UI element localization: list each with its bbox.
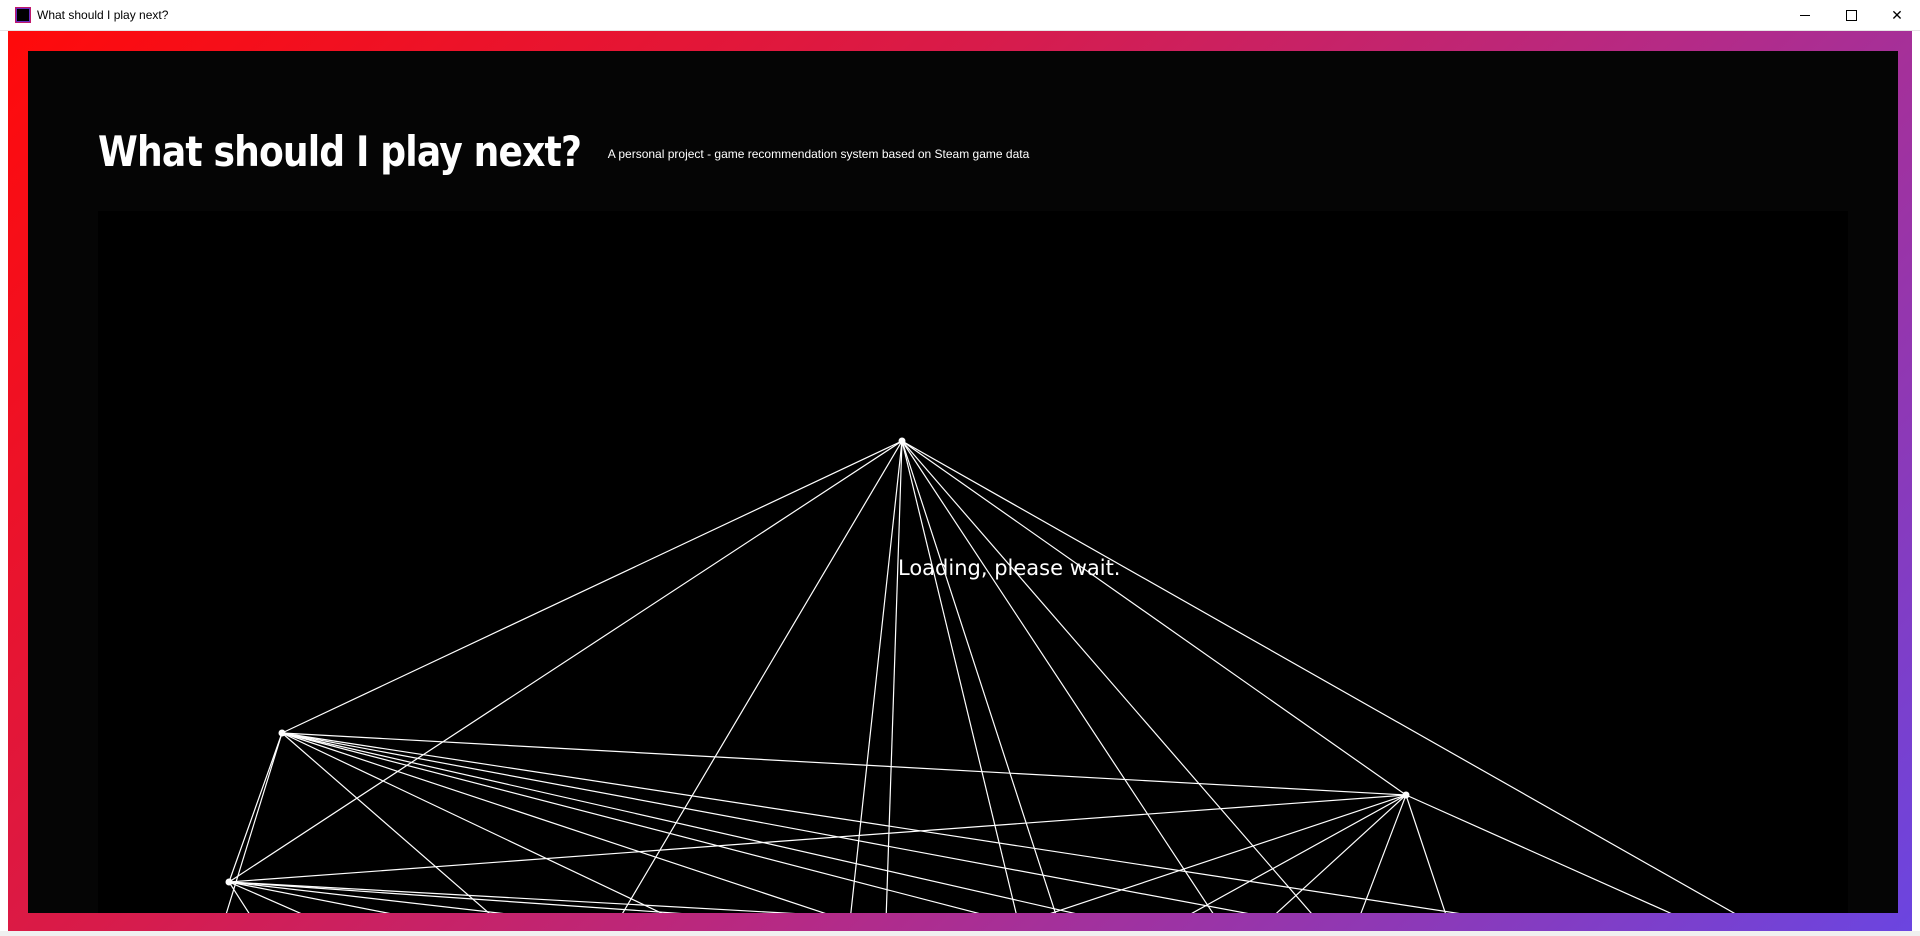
graph-edge [1405,794,1672,913]
graph-edge [1360,794,1407,913]
graph-edge [228,732,283,883]
content-area: What should I play next? A personal proj… [28,51,1898,913]
maximize-button[interactable] [1828,0,1874,30]
window-title: What should I play next? [37,8,169,22]
graph-edge [1191,794,1407,913]
graph-edge [225,732,283,913]
graph-edge [228,794,1407,883]
game-network-graph[interactable] [28,51,1898,913]
minimize-button[interactable] [1782,0,1828,30]
graph-node[interactable] [1402,791,1410,799]
graph-edge [1050,794,1407,913]
graph-edge [901,440,1312,913]
gradient-frame: What should I play next? A personal proj… [8,31,1912,931]
graph-edge [281,732,980,913]
graph-edge [901,440,1057,913]
graph-node[interactable] [225,878,233,886]
app-window: What should I play next? ✕ What should I… [0,0,1920,936]
graph-edge [281,732,490,913]
graph-node[interactable] [278,729,286,737]
graph-edge [1405,794,1446,913]
status-bar [0,931,1920,936]
loading-message: Loading, please wait. [898,556,1121,580]
graph-nodes [225,437,1410,886]
graph-edge [901,440,1017,913]
graph-edge [228,440,903,883]
close-icon: ✕ [1891,6,1903,23]
graph-edge [901,440,1736,913]
graph-edge [281,732,1249,913]
app-icon [15,7,31,23]
graph-edge [228,881,391,913]
graph-edge [901,440,1214,913]
graph-edge [281,732,663,913]
title-bar[interactable]: What should I play next? ✕ [0,0,1920,31]
graph-edge [281,732,1076,913]
graph-node[interactable] [898,437,906,445]
graph-edge [281,440,903,734]
graph-edge [228,881,796,913]
minimize-icon [1800,14,1810,16]
graph-edges [225,440,1736,913]
close-button[interactable]: ✕ [1874,0,1920,30]
maximize-icon [1845,9,1857,21]
graph-edge [901,440,1407,796]
graph-edge [281,732,1460,913]
